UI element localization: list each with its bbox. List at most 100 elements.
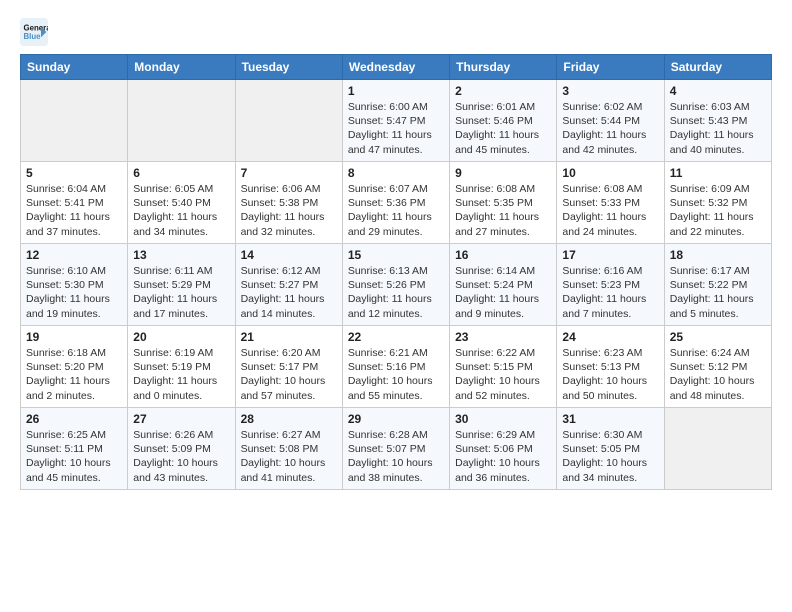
calendar-day-11: 11Sunrise: 6:09 AM Sunset: 5:32 PM Dayli… (664, 162, 771, 244)
day-info: Sunrise: 6:23 AM Sunset: 5:13 PM Dayligh… (562, 346, 658, 403)
calendar-day-13: 13 Sunrise: 6:11 AM Sunset: 5:29 PM Dayli… (128, 244, 235, 326)
day-number: 29 (348, 412, 444, 426)
weekday-header-row: SundayMondayTuesdayWednesdayThursdayFrid… (21, 55, 772, 80)
day-number: 28 (241, 412, 337, 426)
day-info: Sunrise: 6:14 AM Sunset: 5:24 PM Dayligh… (455, 264, 551, 321)
day-info: Sunrise: 6:02 AM Sunset: 5:44 PM Dayligh… (562, 100, 658, 157)
day-number: 14 (241, 248, 337, 262)
calendar-day-10: 10 Sunrise: 6:08 AM Sunset: 5:33 PM Dayli… (557, 162, 664, 244)
day-number: 26 (26, 412, 122, 426)
calendar-day-18: 18Sunrise: 6:17 AM Sunset: 5:22 PM Dayli… (664, 244, 771, 326)
weekday-header-thursday: Thursday (450, 55, 557, 80)
day-info: Sunrise: 6:01 AM Sunset: 5:46 PM Dayligh… (455, 100, 551, 157)
weekday-header-wednesday: Wednesday (342, 55, 449, 80)
day-number: 3 (562, 84, 658, 98)
day-info: Sunrise: 6:18 AM Sunset: 5:20 PM Dayligh… (26, 346, 122, 403)
calendar-week-row: 19 Sunrise: 6:18 AM Sunset: 5:20 PM Dayli… (21, 326, 772, 408)
day-info: Sunrise: 6:08 AM Sunset: 5:33 PM Dayligh… (562, 182, 658, 239)
day-info: Sunrise: 6:11 AM Sunset: 5:29 PM Dayligh… (133, 264, 229, 321)
day-number: 18 (670, 248, 766, 262)
calendar-day-2: 2 Sunrise: 6:01 AM Sunset: 5:46 PM Daylig… (450, 80, 557, 162)
calendar-day-14: 14 Sunrise: 6:12 AM Sunset: 5:27 PM Dayli… (235, 244, 342, 326)
day-info: Sunrise: 6:00 AM Sunset: 5:47 PM Dayligh… (348, 100, 444, 157)
day-info: Sunrise: 6:22 AM Sunset: 5:15 PM Dayligh… (455, 346, 551, 403)
calendar-empty-cell (664, 408, 771, 490)
day-number: 22 (348, 330, 444, 344)
calendar-day-21: 21 Sunrise: 6:20 AM Sunset: 5:17 PM Dayli… (235, 326, 342, 408)
calendar-day-17: 17Sunrise: 6:16 AM Sunset: 5:23 PM Dayli… (557, 244, 664, 326)
day-info: Sunrise: 6:26 AM Sunset: 5:09 PM Dayligh… (133, 428, 229, 485)
calendar-day-7: 7Sunrise: 6:06 AM Sunset: 5:38 PM Daylig… (235, 162, 342, 244)
day-info: Sunrise: 6:03 AM Sunset: 5:43 PM Dayligh… (670, 100, 766, 157)
weekday-header-monday: Monday (128, 55, 235, 80)
day-info: Sunrise: 6:06 AM Sunset: 5:38 PM Dayligh… (241, 182, 337, 239)
day-info: Sunrise: 6:08 AM Sunset: 5:35 PM Dayligh… (455, 182, 551, 239)
day-info: Sunrise: 6:07 AM Sunset: 5:36 PM Dayligh… (348, 182, 444, 239)
calendar-day-30: 30Sunrise: 6:29 AM Sunset: 5:06 PM Dayli… (450, 408, 557, 490)
day-number: 15 (348, 248, 444, 262)
day-info: Sunrise: 6:19 AM Sunset: 5:19 PM Dayligh… (133, 346, 229, 403)
calendar-day-29: 29 Sunrise: 6:28 AM Sunset: 5:07 PM Dayli… (342, 408, 449, 490)
day-info: Sunrise: 6:16 AM Sunset: 5:23 PM Dayligh… (562, 264, 658, 321)
calendar-day-23: 23 Sunrise: 6:22 AM Sunset: 5:15 PM Dayli… (450, 326, 557, 408)
weekday-header-tuesday: Tuesday (235, 55, 342, 80)
calendar-week-row: 12 Sunrise: 6:10 AM Sunset: 5:30 PM Dayli… (21, 244, 772, 326)
calendar-day-16: 16Sunrise: 6:14 AM Sunset: 5:24 PM Dayli… (450, 244, 557, 326)
calendar-day-4: 4 Sunrise: 6:03 AM Sunset: 5:43 PM Daylig… (664, 80, 771, 162)
calendar-day-19: 19 Sunrise: 6:18 AM Sunset: 5:20 PM Dayli… (21, 326, 128, 408)
day-number: 21 (241, 330, 337, 344)
calendar-day-25: 25Sunrise: 6:24 AM Sunset: 5:12 PM Dayli… (664, 326, 771, 408)
calendar-day-24: 24Sunrise: 6:23 AM Sunset: 5:13 PM Dayli… (557, 326, 664, 408)
day-number: 27 (133, 412, 229, 426)
day-info: Sunrise: 6:10 AM Sunset: 5:30 PM Dayligh… (26, 264, 122, 321)
calendar-empty-cell (21, 80, 128, 162)
day-info: Sunrise: 6:20 AM Sunset: 5:17 PM Dayligh… (241, 346, 337, 403)
calendar-day-27: 27 Sunrise: 6:26 AM Sunset: 5:09 PM Dayli… (128, 408, 235, 490)
svg-text:Blue: Blue (24, 32, 42, 41)
day-info: Sunrise: 6:04 AM Sunset: 5:41 PM Dayligh… (26, 182, 122, 239)
day-number: 13 (133, 248, 229, 262)
day-number: 23 (455, 330, 551, 344)
calendar-week-row: 5 Sunrise: 6:04 AM Sunset: 5:41 PM Daylig… (21, 162, 772, 244)
day-info: Sunrise: 6:27 AM Sunset: 5:08 PM Dayligh… (241, 428, 337, 485)
day-number: 8 (348, 166, 444, 180)
calendar-day-28: 28 Sunrise: 6:27 AM Sunset: 5:08 PM Dayli… (235, 408, 342, 490)
day-info: Sunrise: 6:29 AM Sunset: 5:06 PM Dayligh… (455, 428, 551, 485)
day-info: Sunrise: 6:30 AM Sunset: 5:05 PM Dayligh… (562, 428, 658, 485)
day-number: 5 (26, 166, 122, 180)
calendar-day-8: 8 Sunrise: 6:07 AM Sunset: 5:36 PM Daylig… (342, 162, 449, 244)
calendar-header: SundayMondayTuesdayWednesdayThursdayFrid… (21, 55, 772, 80)
calendar-table: SundayMondayTuesdayWednesdayThursdayFrid… (20, 54, 772, 490)
logo-icon: General Blue (20, 18, 48, 46)
day-number: 2 (455, 84, 551, 98)
day-number: 4 (670, 84, 766, 98)
calendar-day-1: 1 Sunrise: 6:00 AM Sunset: 5:47 PM Daylig… (342, 80, 449, 162)
day-number: 31 (562, 412, 658, 426)
day-info: Sunrise: 6:05 AM Sunset: 5:40 PM Dayligh… (133, 182, 229, 239)
calendar-day-15: 15 Sunrise: 6:13 AM Sunset: 5:26 PM Dayli… (342, 244, 449, 326)
day-number: 9 (455, 166, 551, 180)
day-info: Sunrise: 6:12 AM Sunset: 5:27 PM Dayligh… (241, 264, 337, 321)
day-info: Sunrise: 6:24 AM Sunset: 5:12 PM Dayligh… (670, 346, 766, 403)
day-info: Sunrise: 6:28 AM Sunset: 5:07 PM Dayligh… (348, 428, 444, 485)
page-header: General Blue (20, 18, 772, 46)
weekday-header-saturday: Saturday (664, 55, 771, 80)
logo: General Blue (20, 18, 52, 46)
day-number: 12 (26, 248, 122, 262)
weekday-header-sunday: Sunday (21, 55, 128, 80)
calendar-empty-cell (235, 80, 342, 162)
calendar-day-26: 26 Sunrise: 6:25 AM Sunset: 5:11 PM Dayli… (21, 408, 128, 490)
calendar-week-row: 1 Sunrise: 6:00 AM Sunset: 5:47 PM Daylig… (21, 80, 772, 162)
day-number: 19 (26, 330, 122, 344)
calendar-empty-cell (128, 80, 235, 162)
day-number: 10 (562, 166, 658, 180)
calendar-day-9: 9 Sunrise: 6:08 AM Sunset: 5:35 PM Daylig… (450, 162, 557, 244)
day-number: 6 (133, 166, 229, 180)
calendar-day-6: 6 Sunrise: 6:05 AM Sunset: 5:40 PM Daylig… (128, 162, 235, 244)
day-info: Sunrise: 6:25 AM Sunset: 5:11 PM Dayligh… (26, 428, 122, 485)
calendar-body: 1 Sunrise: 6:00 AM Sunset: 5:47 PM Daylig… (21, 80, 772, 490)
day-info: Sunrise: 6:21 AM Sunset: 5:16 PM Dayligh… (348, 346, 444, 403)
calendar-day-5: 5 Sunrise: 6:04 AM Sunset: 5:41 PM Daylig… (21, 162, 128, 244)
day-info: Sunrise: 6:13 AM Sunset: 5:26 PM Dayligh… (348, 264, 444, 321)
day-number: 1 (348, 84, 444, 98)
